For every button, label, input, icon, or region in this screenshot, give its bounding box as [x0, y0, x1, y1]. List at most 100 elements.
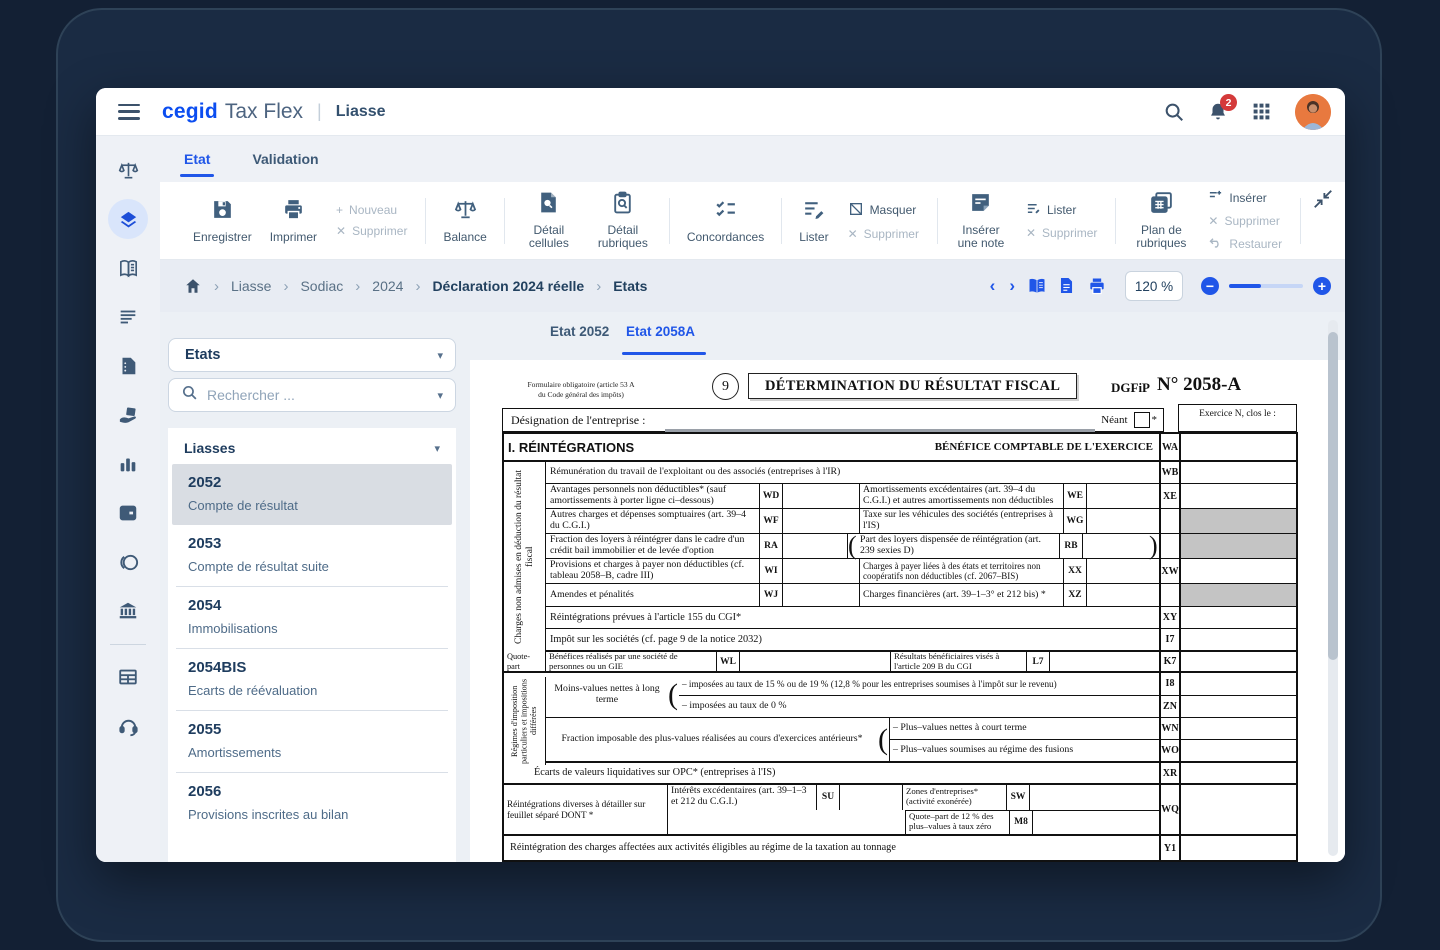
liasses-panel: Liasses ▾ 2052 Compte de résultat 2053 C…: [168, 428, 456, 862]
amount-cell-zn[interactable]: [1181, 696, 1296, 718]
zoom-in-button[interactable]: +: [1313, 277, 1331, 295]
crumb-declaration[interactable]: Déclaration 2024 réelle: [432, 278, 584, 294]
spreadsheet-icon[interactable]: [108, 657, 148, 697]
notifications-bell-icon[interactable]: 2: [1207, 101, 1229, 123]
list-item-2055[interactable]: 2055 Amortissements: [172, 711, 452, 772]
insert-note-button[interactable]: Insérer une note: [946, 190, 1016, 251]
bank-icon[interactable]: [108, 591, 148, 631]
delete-note-button[interactable]: ✕ Supprimer: [1026, 226, 1097, 240]
list-item-2053[interactable]: 2053 Compte de résultat suite: [172, 525, 452, 586]
collapse-panel-icon[interactable]: [1312, 188, 1334, 210]
hand-package-icon[interactable]: [108, 395, 148, 435]
input-xx[interactable]: [1087, 559, 1159, 583]
menu-icon[interactable]: [118, 104, 140, 120]
home-icon[interactable]: [184, 277, 202, 295]
next-page-icon[interactable]: ›: [1007, 276, 1017, 296]
amount-cell-wo[interactable]: [1181, 740, 1296, 761]
amount-cell-k7[interactable]: [1181, 652, 1296, 671]
scrollbar-thumb[interactable]: [1328, 332, 1338, 660]
document-list-icon[interactable]: [108, 346, 148, 386]
zoom-slider[interactable]: [1229, 284, 1303, 288]
input-m8[interactable]: [1033, 810, 1159, 835]
input-l7[interactable]: [1050, 652, 1159, 671]
open-book-icon[interactable]: [1027, 276, 1047, 296]
apps-grid-icon[interactable]: [1251, 101, 1273, 123]
etats-select[interactable]: Etats ▾: [168, 338, 456, 372]
exercice-header: Exercice N, clos le :: [1178, 404, 1297, 432]
neant-checkbox[interactable]: [1134, 412, 1150, 428]
zoom-level[interactable]: 120 %: [1125, 271, 1183, 301]
input-wj[interactable]: [783, 584, 859, 606]
amount-cell-xe[interactable]: [1181, 484, 1296, 508]
rubric-detail-button[interactable]: Détail rubriques: [585, 190, 661, 251]
amount-cell-wa[interactable]: [1181, 434, 1296, 460]
list-button[interactable]: Lister: [790, 197, 837, 245]
concordances-button[interactable]: Concordances: [678, 197, 773, 245]
search-input[interactable]: Rechercher ... ▾: [168, 378, 456, 412]
list-item-2054[interactable]: 2054 Immobilisations: [172, 587, 452, 648]
input-wf[interactable]: [783, 509, 859, 533]
l7-label: Résultats bénéficiaires visés à l'articl…: [890, 652, 1026, 671]
prev-page-icon[interactable]: ‹: [988, 276, 998, 296]
benefice-comptable-label: BÉNÉFICE COMPTABLE DE L'EXERCICE: [935, 441, 1153, 453]
print-doc-icon[interactable]: [1087, 276, 1107, 296]
support-headset-icon[interactable]: [108, 706, 148, 746]
amount-cell-y1[interactable]: [1181, 836, 1296, 860]
crumb-liasse[interactable]: Liasse: [231, 278, 271, 294]
amount-cell-wq[interactable]: [1181, 785, 1296, 834]
doc-tab-etat-2058a[interactable]: Etat 2058A: [626, 324, 695, 339]
input-wi[interactable]: [783, 559, 859, 583]
bar-chart-icon[interactable]: [108, 444, 148, 484]
amount-cell-xy[interactable]: [1181, 607, 1296, 628]
crumb-sodiac[interactable]: Sodiac: [300, 278, 343, 294]
crumb-etats[interactable]: Etats: [613, 278, 647, 294]
doc-tab-etat-2052[interactable]: Etat 2052: [550, 324, 609, 339]
vertical-scrollbar[interactable]: [1328, 320, 1338, 856]
search-icon[interactable]: [1163, 101, 1185, 123]
list-item-2054bis[interactable]: 2054BIS Ecarts de réévaluation: [172, 649, 452, 710]
crumb-2024[interactable]: 2024: [372, 278, 403, 294]
list-notes-button[interactable]: Lister: [1026, 201, 1097, 219]
list-item-2052[interactable]: 2052 Compte de résultat: [172, 464, 452, 525]
list-item-2056[interactable]: 2056 Provisions inscrites au bilan: [172, 773, 452, 834]
input-rb[interactable]: [1083, 534, 1149, 558]
amount-cell-i8[interactable]: [1181, 673, 1296, 696]
amount-cell-xw[interactable]: [1181, 559, 1296, 583]
input-ra[interactable]: [783, 534, 847, 558]
cell-detail-button[interactable]: Détail cellules: [513, 190, 585, 251]
text-lines-icon[interactable]: [108, 297, 148, 337]
mask-button[interactable]: Masquer: [848, 201, 919, 220]
book-icon[interactable]: [108, 248, 148, 288]
insert-rubric-button[interactable]: Insérer: [1208, 189, 1282, 207]
amount-cell-xr[interactable]: [1181, 763, 1296, 783]
delete-row-button[interactable]: ✕ Supprimer: [848, 227, 919, 241]
input-sw[interactable]: [1030, 785, 1159, 810]
delete-rubric-button[interactable]: ✕ Supprimer: [1208, 214, 1282, 228]
balance-scales-icon[interactable]: [108, 150, 148, 190]
amount-cell-wb[interactable]: [1181, 462, 1296, 483]
print-button[interactable]: Imprimer: [261, 197, 326, 245]
input-wl[interactable]: [740, 652, 890, 671]
tab-etat[interactable]: Etat: [184, 139, 210, 179]
input-xz[interactable]: [1087, 584, 1159, 606]
user-avatar[interactable]: [1295, 94, 1331, 130]
chevron-down-icon[interactable]: ▾: [434, 442, 440, 455]
balance-button[interactable]: Balance: [434, 197, 495, 245]
wallet-card-icon[interactable]: [108, 493, 148, 533]
input-we[interactable]: [1087, 484, 1159, 508]
rubric-plan-button[interactable]: Plan de rubriques: [1124, 190, 1198, 251]
delete-button[interactable]: ✕ Supprimer: [336, 224, 407, 238]
input-su[interactable]: [840, 785, 902, 810]
new-button[interactable]: + Nouveau: [336, 203, 407, 217]
document-icon[interactable]: [1057, 276, 1077, 296]
zoom-out-button[interactable]: −: [1201, 277, 1219, 295]
input-wd[interactable]: [783, 484, 859, 508]
liasse-layers-icon[interactable]: [108, 199, 148, 239]
restore-rubric-button[interactable]: Restaurer: [1208, 235, 1282, 253]
amount-cell-i7[interactable]: [1181, 629, 1296, 650]
input-wg[interactable]: [1087, 509, 1159, 533]
tab-validation[interactable]: Validation: [252, 139, 318, 179]
save-button[interactable]: Enregistrer: [184, 197, 261, 245]
amount-cell-wn[interactable]: [1181, 718, 1296, 740]
coins-circles-icon[interactable]: [108, 542, 148, 582]
